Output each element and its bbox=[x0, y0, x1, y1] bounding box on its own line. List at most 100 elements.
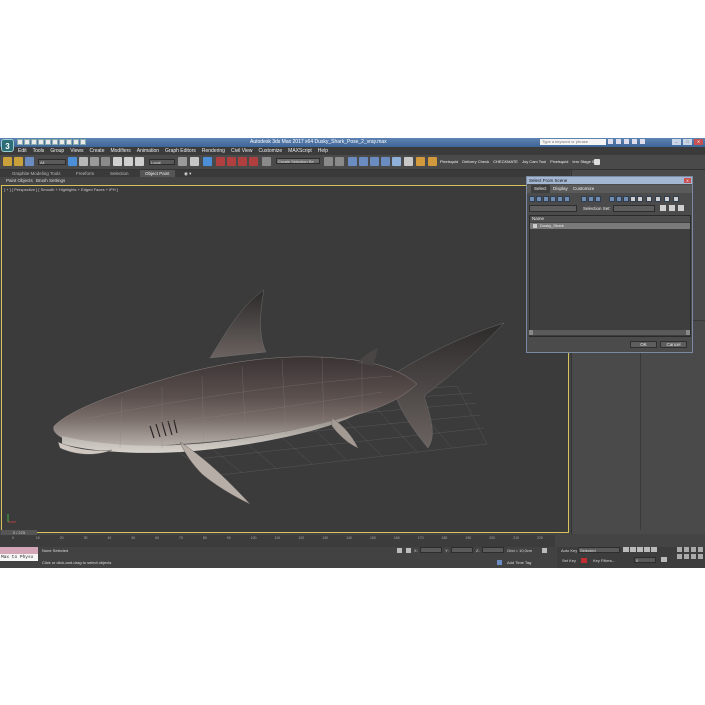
menu-rendering[interactable]: Rendering bbox=[202, 147, 225, 155]
teapot-icon[interactable] bbox=[594, 159, 600, 165]
menu-help[interactable]: Help bbox=[318, 147, 328, 155]
toolbar-button-pixelsquid[interactable]: Pixelsquid bbox=[440, 159, 458, 164]
tab-graphite-modeling[interactable]: Graphite Modeling Tools bbox=[12, 170, 60, 177]
dropdown-icon[interactable] bbox=[80, 139, 86, 145]
dialog-menu-display[interactable]: Display bbox=[553, 185, 568, 193]
toolbar-button-joy-cam-tool[interactable]: Joy Cam Tool bbox=[522, 159, 546, 164]
menu-maxscript[interactable]: MAXScript bbox=[288, 147, 312, 155]
select-by-name-icon[interactable] bbox=[79, 157, 88, 166]
project-folder-icon[interactable] bbox=[66, 139, 72, 145]
time-tag-icon[interactable] bbox=[542, 548, 547, 553]
selection-filter-dropdown[interactable]: All bbox=[38, 159, 66, 165]
maxscript-input[interactable]: Max to Physx bbox=[0, 554, 38, 561]
absolute-mode-icon[interactable] bbox=[406, 548, 411, 553]
selection-set-edit-icon[interactable] bbox=[660, 205, 666, 211]
layer-icon[interactable] bbox=[646, 196, 652, 202]
x-coord-field[interactable] bbox=[420, 547, 442, 553]
maximize-viewport-icon[interactable] bbox=[698, 554, 703, 559]
filter-icon[interactable] bbox=[664, 196, 670, 202]
menu-create[interactable]: Create bbox=[89, 147, 104, 155]
hierarchy-icon[interactable] bbox=[637, 196, 643, 202]
display-space-warps-icon[interactable] bbox=[564, 196, 570, 202]
display-geometry-icon[interactable] bbox=[529, 196, 535, 202]
rectangular-selection-icon[interactable] bbox=[90, 157, 99, 166]
open-file-icon[interactable] bbox=[24, 139, 30, 145]
y-coord-field[interactable] bbox=[451, 547, 473, 553]
tab-freeform[interactable]: Freeform bbox=[76, 170, 94, 177]
align-icon[interactable] bbox=[335, 157, 344, 166]
ok-button[interactable]: OK bbox=[630, 341, 657, 348]
field-of-view-icon[interactable] bbox=[677, 554, 682, 559]
scene-explorer-icon[interactable] bbox=[359, 157, 368, 166]
move-icon[interactable] bbox=[113, 157, 122, 166]
display-helpers-icon[interactable] bbox=[557, 196, 563, 202]
sort-icon[interactable] bbox=[630, 196, 636, 202]
scroll-left-icon[interactable] bbox=[529, 330, 533, 335]
angle-snap-icon[interactable] bbox=[227, 157, 236, 166]
hold-icon[interactable] bbox=[52, 139, 58, 145]
keyboard-shortcut-override-icon[interactable] bbox=[203, 157, 212, 166]
unlink-icon[interactable] bbox=[14, 157, 23, 166]
select-object-icon[interactable] bbox=[68, 157, 77, 166]
scene-object-list[interactable]: Name Dusky_Shark bbox=[529, 215, 691, 337]
find-input[interactable] bbox=[529, 205, 577, 212]
scale-icon[interactable] bbox=[135, 157, 144, 166]
maximize-button[interactable]: □ bbox=[683, 139, 692, 145]
auto-key-button[interactable]: Auto Key bbox=[561, 548, 577, 553]
menu-edit[interactable]: Edit bbox=[18, 147, 27, 155]
dialog-close-button[interactable]: X bbox=[684, 178, 691, 183]
minimize-button[interactable]: – bbox=[672, 139, 681, 145]
application-logo[interactable]: 3 bbox=[1, 139, 14, 152]
bind-space-warp-icon[interactable] bbox=[25, 157, 34, 166]
menu-customize[interactable]: Customize bbox=[259, 147, 283, 155]
link-icon[interactable] bbox=[3, 157, 12, 166]
column-header-name[interactable]: Name bbox=[530, 216, 690, 222]
go-to-start-icon[interactable] bbox=[623, 547, 629, 552]
communication-icon[interactable] bbox=[624, 139, 629, 144]
play-icon[interactable] bbox=[637, 547, 643, 552]
undo-icon[interactable] bbox=[38, 139, 44, 145]
toolbar-button-delivery-check[interactable]: Delivery Check bbox=[462, 159, 489, 164]
menu-animation[interactable]: Animation bbox=[137, 147, 159, 155]
add-time-tag[interactable]: Add Time Tag bbox=[507, 560, 531, 565]
favorites-icon[interactable] bbox=[632, 139, 637, 144]
new-file-icon[interactable] bbox=[17, 139, 23, 145]
spinner-snap-icon[interactable] bbox=[249, 157, 258, 166]
display-shapes-icon[interactable] bbox=[536, 196, 542, 202]
dialog-menu-customize[interactable]: Customize bbox=[573, 185, 594, 193]
search-input[interactable]: Type a keyword or phrase bbox=[540, 139, 606, 145]
menu-tools[interactable]: Tools bbox=[33, 147, 45, 155]
dialog-menu-select[interactable]: Select bbox=[531, 185, 550, 193]
zoom-extents-icon[interactable] bbox=[691, 547, 696, 552]
window-crossing-icon[interactable] bbox=[101, 157, 110, 166]
display-lights-icon[interactable] bbox=[543, 196, 549, 202]
current-frame-field[interactable]: 0 bbox=[634, 557, 656, 563]
zoom-extents-all-icon[interactable] bbox=[698, 547, 703, 552]
render-frame-icon[interactable] bbox=[416, 157, 425, 166]
toolbar-button-pixelsquid[interactable]: Pixelsquid bbox=[550, 159, 568, 164]
menu-modifiers[interactable]: Modifiers bbox=[110, 147, 130, 155]
perspective-viewport[interactable]: [ + ] [ Perspective ] [ Smooth + Highlig… bbox=[1, 185, 569, 533]
menu-views[interactable]: Views bbox=[70, 147, 83, 155]
schematic-view-icon[interactable] bbox=[381, 157, 390, 166]
z-coord-field[interactable] bbox=[482, 547, 504, 553]
close-button[interactable]: ✕ bbox=[694, 139, 703, 145]
select-all-icon[interactable] bbox=[581, 196, 587, 202]
timeline-track[interactable]: 0 10 20 30 40 50 60 70 80 90 100 110 120 130 140 150 160… bbox=[0, 535, 555, 547]
lock-selection-icon[interactable] bbox=[397, 548, 402, 553]
brush-settings-button[interactable]: Brush Settings bbox=[36, 177, 65, 184]
ribbon-options-icon[interactable]: ◉ ▾ bbox=[184, 170, 191, 177]
select-dependents-icon[interactable] bbox=[623, 196, 629, 202]
time-configuration-icon[interactable] bbox=[661, 557, 667, 562]
lock-icon[interactable] bbox=[655, 196, 661, 202]
render-setup-icon[interactable] bbox=[404, 157, 413, 166]
help-icon[interactable] bbox=[640, 139, 645, 144]
save-file-icon[interactable] bbox=[31, 139, 37, 145]
shark-model[interactable] bbox=[2, 186, 568, 532]
named-selection-sets-dropdown[interactable]: Create Selection Se bbox=[276, 158, 320, 164]
toolbar-button-iero-stage-01[interactable]: Iero Stage 01 bbox=[572, 159, 596, 164]
workspace-icon[interactable] bbox=[73, 139, 79, 145]
paint-objects-button[interactable]: Paint Objects bbox=[6, 177, 33, 184]
horizontal-scrollbar[interactable] bbox=[529, 330, 690, 335]
maxscript-listener[interactable]: Max to Physx bbox=[0, 547, 38, 561]
